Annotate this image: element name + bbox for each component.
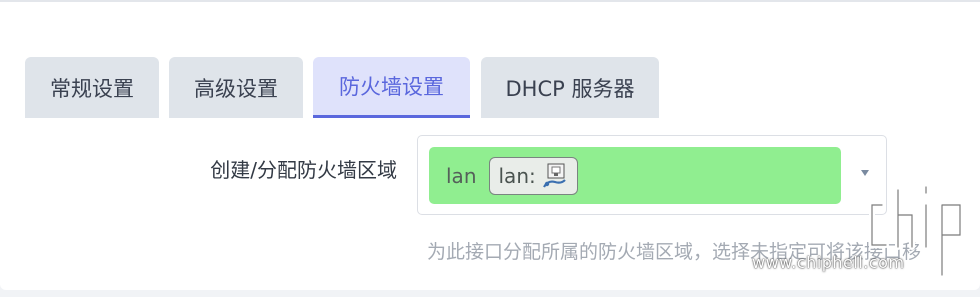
tab-label: 防火墙设置 — [339, 75, 444, 99]
tab-firewall-settings[interactable]: 防火墙设置 — [313, 57, 470, 118]
tab-advanced-settings[interactable]: 高级设置 — [169, 57, 303, 118]
tab-general-settings[interactable]: 常规设置 — [25, 57, 159, 118]
interface-badge: lan: — [488, 156, 578, 195]
network-port-icon — [542, 163, 566, 188]
tab-label: 常规设置 — [50, 76, 134, 101]
watermark-url: www.chiphell.com — [752, 253, 905, 272]
tab-label: 高级设置 — [194, 76, 278, 101]
interface-badge-label: lan: — [498, 163, 536, 188]
tab-dhcp-server[interactable]: DHCP 服务器 — [481, 57, 659, 118]
tab-label: DHCP 服务器 — [505, 76, 635, 101]
firewall-zone-label: 创建/分配防火墙区域 — [210, 158, 397, 182]
watermark: www.chiphell.com — [744, 175, 980, 297]
zone-name: lan — [446, 163, 477, 188]
